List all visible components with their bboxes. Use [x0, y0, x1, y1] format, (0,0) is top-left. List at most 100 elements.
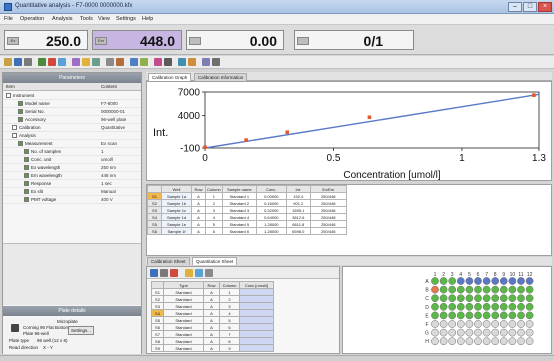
options-icon[interactable]: [205, 269, 213, 277]
method-icon[interactable]: [72, 58, 80, 66]
sample-table-cell[interactable]: 3812.6: [285, 213, 311, 221]
sequence-table-row[interactable]: S2 Standard A 2: [151, 295, 274, 303]
sample-table-row[interactable]: S6 Sample 1f A 6 Standard 6 1.28000 6598.0 250/…: [147, 227, 347, 235]
tree-row[interactable]: Serial No. 0000000-01: [3, 108, 141, 116]
sequence-table-cell[interactable]: A: [203, 309, 220, 317]
plate-well[interactable]: [465, 320, 474, 328]
sequence-table-cell[interactable]: Standard: [163, 337, 204, 345]
plate-well[interactable]: [491, 285, 500, 294]
menu-help[interactable]: Help: [142, 16, 153, 22]
sample-table-header[interactable]: Sample name: [221, 185, 257, 193]
zoom-icon[interactable]: [106, 58, 114, 66]
sequence-table-cell[interactable]: 1: [219, 288, 240, 296]
sample-table-cell[interactable]: Standard 1: [221, 192, 257, 200]
sample-table-cell[interactable]: 250/448: [309, 206, 347, 214]
sample-table-cell[interactable]: 250/448: [309, 227, 347, 235]
sample-table-cell[interactable]: 250/448: [309, 199, 347, 207]
sequence-table-cell[interactable]: [239, 323, 274, 331]
plate-well[interactable]: [491, 320, 500, 328]
sample-table-cell[interactable]: Sample 1f: [161, 227, 192, 235]
sequence-table-row[interactable]: S1 Standard A 1: [151, 288, 274, 296]
peak-icon[interactable]: [178, 58, 186, 66]
sequence-table-cell[interactable]: Standard: [163, 288, 204, 296]
sample-table-row[interactable]: S3 Sample 1c A 3 Standard 3 0.32000 1895.1 250/…: [147, 206, 347, 214]
plate-well[interactable]: [508, 320, 517, 328]
sample-table-cell[interactable]: 152.4: [285, 192, 311, 200]
plate-well[interactable]: [482, 337, 491, 346]
sample-table-cell[interactable]: Standard 3: [221, 206, 257, 214]
sequence-table-header[interactable]: Conc.[umol/l]: [239, 281, 274, 289]
plate-well[interactable]: [525, 328, 534, 337]
plate-well[interactable]: [474, 328, 482, 337]
plate-well[interactable]: [482, 302, 491, 311]
sequence-table-header[interactable]: [151, 281, 164, 289]
sample-table-cell[interactable]: 1: [205, 192, 223, 200]
plate-well[interactable]: [431, 311, 439, 320]
sequence-table-cell[interactable]: 2: [219, 295, 240, 303]
plate-well[interactable]: [465, 302, 474, 311]
tree-row[interactable]: Analysis: [3, 132, 141, 140]
menu-file[interactable]: File: [4, 16, 13, 22]
sequence-table-cell[interactable]: [239, 288, 274, 296]
plate-well[interactable]: [448, 311, 457, 320]
trace-icon[interactable]: [154, 58, 162, 66]
sequence-table-cell[interactable]: 6: [219, 323, 240, 331]
plate-well[interactable]: [448, 294, 457, 303]
plate-well[interactable]: [465, 337, 474, 346]
plate-well[interactable]: [431, 294, 439, 303]
sample-table-cell[interactable]: 250/448: [309, 220, 347, 228]
sequence-table-cell[interactable]: S1: [151, 288, 164, 296]
plate-well[interactable]: [508, 328, 517, 337]
sample-table-cell[interactable]: A: [191, 199, 206, 207]
tree-row[interactable]: PMT voltage 400 V: [3, 196, 141, 204]
tree-row[interactable]: Model name F7-8000: [3, 100, 141, 108]
delete-icon[interactable]: [170, 269, 178, 277]
sample-table-cell[interactable]: S1: [147, 192, 162, 200]
tab-calibration-graph[interactable]: Calibration Graph: [148, 73, 192, 81]
plate-well[interactable]: [491, 311, 500, 320]
plate-well[interactable]: [499, 302, 508, 311]
plate-well[interactable]: [456, 337, 465, 346]
plate-well[interactable]: [474, 277, 482, 285]
help-icon[interactable]: [212, 58, 220, 66]
plate-well[interactable]: [517, 294, 525, 303]
sequence-table-cell[interactable]: Standard: [163, 309, 204, 317]
insert-icon[interactable]: [195, 269, 203, 277]
plate-well[interactable]: [439, 294, 448, 303]
sequence-table-cell[interactable]: [239, 316, 274, 324]
sample-table-row[interactable]: S5 Sample 1e A 5 Standard 5 1.28000 6611.8 250/…: [147, 220, 347, 228]
tree-row[interactable]: Ex wavelength 250 nm: [3, 164, 141, 172]
sample-table-cell[interactable]: A: [191, 213, 206, 221]
sequence-table-cell[interactable]: 3: [219, 302, 240, 310]
plate-well[interactable]: [525, 294, 534, 303]
sequence-table-cell[interactable]: 8: [219, 337, 240, 345]
sequence-table-cell[interactable]: A: [203, 295, 220, 303]
sample-table-cell[interactable]: 250/448: [309, 213, 347, 221]
plate-well[interactable]: [439, 320, 448, 328]
sample-table-header[interactable]: Int.: [285, 185, 311, 193]
sequence-table-cell[interactable]: S5: [151, 316, 164, 324]
sequence-table-cell[interactable]: A: [203, 344, 220, 352]
sample-table-cell[interactable]: Sample 1b: [161, 199, 192, 207]
plate-well[interactable]: [465, 294, 474, 303]
sample-table-cell[interactable]: 6611.8: [285, 220, 311, 228]
plate-well[interactable]: [439, 302, 448, 311]
sequence-table-cell[interactable]: [239, 330, 274, 338]
sample-table-cell[interactable]: S3: [147, 206, 162, 214]
sequence-table-cell[interactable]: 9: [219, 344, 240, 352]
plate-well[interactable]: [456, 277, 465, 285]
sample-table-cell[interactable]: Standard 4: [221, 213, 257, 221]
data-icon[interactable]: [130, 58, 138, 66]
menu-analysis[interactable]: Analysis: [52, 16, 72, 22]
tree-row[interactable]: Accessory 96-well plate: [3, 116, 141, 124]
plate-well[interactable]: [439, 328, 448, 337]
sequence-table-row[interactable]: S3 Standard A 3: [151, 302, 274, 310]
plate-well[interactable]: [456, 302, 465, 311]
sequence-table-cell[interactable]: Standard: [163, 323, 204, 331]
sequence-table-row[interactable]: S7 Standard A 7: [151, 330, 274, 338]
sample-table-header[interactable]: Ex/Em: [309, 185, 347, 193]
plate-well[interactable]: [474, 311, 482, 320]
plate-well[interactable]: [508, 337, 517, 346]
sample-table-cell[interactable]: 901.2: [285, 199, 311, 207]
tree-row[interactable]: Calibration Quantitative: [3, 124, 141, 132]
